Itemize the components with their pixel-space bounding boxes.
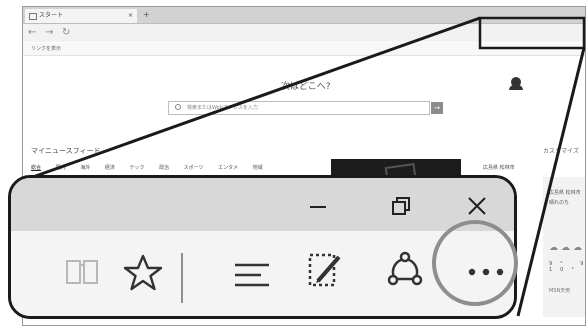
- web-note-icon[interactable]: [305, 249, 345, 291]
- book-icon[interactable]: [63, 253, 101, 291]
- toolbar-divider: [181, 253, 183, 303]
- close-icon[interactable]: [465, 194, 489, 218]
- source-highlight-box: [478, 16, 586, 50]
- share-icon[interactable]: [381, 247, 429, 295]
- star-icon[interactable]: [122, 252, 164, 294]
- screenshot-stage: スタート × + ← → ↻ ≡ ✎ ⌂ … リンクを表示 次はどこへ? 検索ま…: [0, 0, 588, 331]
- window-title-bar: [11, 178, 514, 231]
- hub-lines-icon[interactable]: [231, 259, 273, 291]
- callout-line-right: [516, 47, 586, 317]
- callout-line-left: [29, 16, 481, 180]
- more-actions-highlight-ring: [432, 220, 518, 306]
- restore-icon[interactable]: [389, 194, 413, 218]
- minimize-icon[interactable]: [307, 196, 329, 218]
